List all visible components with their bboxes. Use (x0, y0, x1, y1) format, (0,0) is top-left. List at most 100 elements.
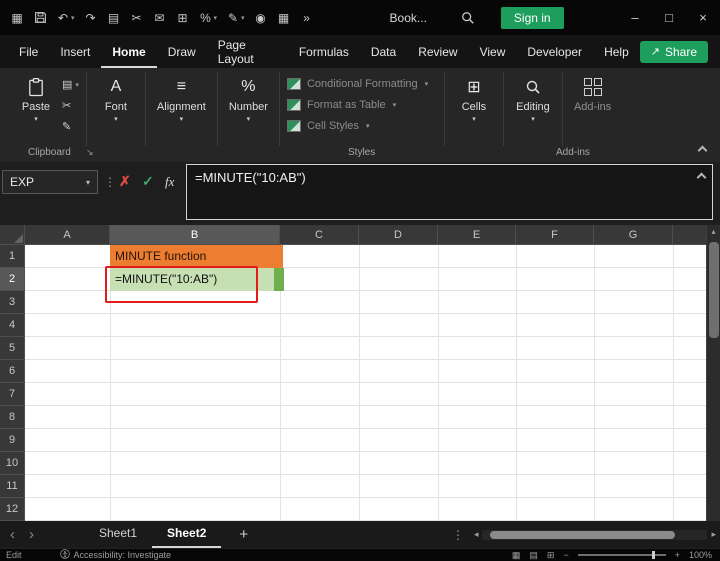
horizontal-scrollbar[interactable]: ◂ ▸ (474, 529, 716, 540)
zoom-level[interactable]: 100% (689, 550, 712, 560)
column-header-a[interactable]: A (25, 225, 110, 245)
sheet-bar-more-icon[interactable]: ⋮ (452, 528, 464, 542)
table-icon[interactable]: ⊞ (176, 11, 190, 25)
row-header-1[interactable]: 1 (0, 245, 25, 268)
sheet-tab-sheet1[interactable]: Sheet1 (84, 521, 152, 548)
tab-home[interactable]: Home (101, 36, 157, 68)
scroll-up-icon[interactable]: ▴ (707, 227, 720, 236)
chevron-down-icon[interactable]: ▾ (71, 14, 75, 22)
search-icon[interactable] (461, 11, 475, 25)
conditional-formatting-button[interactable]: Conditional Formatting ▾ (286, 78, 437, 90)
copy-button[interactable]: ▤ ▾ (62, 78, 79, 91)
row-header-11[interactable]: 11 (0, 475, 25, 498)
mail-icon[interactable]: ✉ (153, 11, 167, 25)
format-as-table-button[interactable]: Format as Table ▾ (286, 99, 437, 111)
format-painter-button[interactable]: ✎ (62, 120, 79, 133)
chevron-down-icon[interactable]: ▾ (214, 14, 218, 22)
tab-formulas[interactable]: Formulas (288, 36, 360, 68)
normal-view-icon[interactable]: ▦ (512, 550, 521, 561)
row-header-3[interactable]: 3 (0, 291, 25, 314)
select-all-button[interactable] (0, 225, 25, 245)
horizontal-scrollbar-track[interactable] (482, 529, 708, 540)
percent-icon[interactable]: % (199, 11, 213, 25)
grid-icon[interactable]: ▦ (277, 11, 291, 25)
minimize-button[interactable]: – (618, 10, 652, 25)
cell-b1[interactable]: MINUTE function (110, 245, 283, 268)
accessibility-checker[interactable]: Accessibility: Investigate (59, 549, 171, 561)
sheet-tab-sheet2[interactable]: Sheet2 (152, 521, 221, 548)
close-button[interactable]: × (686, 10, 720, 25)
row-header-12[interactable]: 12 (0, 498, 25, 521)
undo-icon[interactable]: ↶ (56, 11, 70, 25)
zoom-slider[interactable] (577, 551, 666, 559)
zoom-out-button[interactable]: − (563, 550, 568, 560)
font-menu-button[interactable]: A Font ▾ (94, 72, 138, 126)
row-header-9[interactable]: 9 (0, 429, 25, 452)
more-commands-icon[interactable]: » (300, 11, 314, 25)
collapse-ribbon-icon[interactable] (697, 145, 708, 156)
horizontal-scrollbar-thumb[interactable] (490, 530, 676, 539)
column-header-b[interactable]: B (110, 225, 280, 245)
row-header-10[interactable]: 10 (0, 452, 25, 475)
cell-styles-button[interactable]: Cell Styles ▾ (286, 120, 437, 132)
app-grid-icon[interactable]: ▦ (10, 11, 24, 25)
column-header-c[interactable]: C (280, 225, 359, 245)
row-header-4[interactable]: 4 (0, 314, 25, 337)
row-header-8[interactable]: 8 (0, 406, 25, 429)
tab-data[interactable]: Data (360, 36, 407, 68)
alignment-menu-button[interactable]: ≡ Alignment ▾ (153, 72, 210, 126)
column-header-g[interactable]: G (594, 225, 673, 245)
cut-icon[interactable]: ✂ (130, 11, 144, 25)
column-header-e[interactable]: E (438, 225, 516, 245)
tab-insert[interactable]: Insert (49, 36, 101, 68)
format-painter-icon[interactable]: ✎ (226, 11, 240, 25)
tab-review[interactable]: Review (407, 36, 468, 68)
chevron-down-icon[interactable]: ▾ (241, 14, 245, 22)
vertical-scrollbar-thumb[interactable] (709, 242, 719, 338)
number-menu-button[interactable]: % Number ▾ (225, 72, 272, 126)
row-header-2[interactable]: 2 (0, 268, 25, 291)
tab-help[interactable]: Help (593, 36, 640, 68)
camera-icon[interactable]: ◉ (254, 11, 268, 25)
confirm-entry-button[interactable]: ✓ (142, 173, 154, 190)
cancel-entry-button[interactable]: ✗ (119, 173, 131, 190)
sheet-nav-right-icon[interactable]: › (29, 526, 34, 543)
formula-bar-separator-dots: ⋮ (104, 175, 116, 189)
editing-menu-button[interactable]: Editing ▾ (511, 72, 555, 126)
row-header-7[interactable]: 7 (0, 383, 25, 406)
redo-icon[interactable]: ↷ (84, 11, 98, 25)
maximize-button[interactable]: □ (652, 10, 686, 25)
cut-button[interactable]: ✂ (62, 99, 79, 112)
addins-button[interactable]: Add-ins (570, 72, 615, 116)
name-box[interactable]: EXP ▾ (2, 170, 98, 194)
sign-in-button[interactable]: Sign in (500, 6, 564, 29)
tab-file[interactable]: File (8, 36, 49, 68)
tab-draw[interactable]: Draw (157, 36, 207, 68)
cells-area[interactable]: MINUTE function =MINUTE("10:AB") (25, 245, 706, 521)
page-break-view-icon[interactable]: ⊞ (547, 550, 555, 561)
formula-input[interactable]: =MINUTE("10:AB") (186, 164, 713, 220)
share-button[interactable]: ↗ Share (639, 40, 708, 63)
column-header-f[interactable]: F (516, 225, 594, 245)
clipboard-dialog-launcher-icon[interactable]: ↘ (86, 147, 94, 158)
zoom-slider-thumb[interactable] (651, 551, 655, 559)
page-layout-view-icon[interactable]: ▤ (529, 550, 538, 561)
scroll-left-icon[interactable]: ◂ (474, 529, 479, 540)
cell-b2-selection-handle[interactable] (274, 268, 284, 291)
column-header-d[interactable]: D (359, 225, 438, 245)
sheet-nav-left-icon[interactable]: ‹ (10, 526, 15, 543)
chevron-down-icon[interactable]: ▾ (86, 178, 90, 187)
paste-button[interactable]: Paste ▾ (14, 72, 58, 126)
add-sheet-button[interactable]: + (239, 526, 248, 543)
zoom-in-button[interactable]: + (675, 550, 680, 560)
insert-function-button[interactable]: fx (165, 174, 174, 190)
cells-menu-button[interactable]: ⊞ Cells ▾ (452, 72, 496, 126)
scroll-right-icon[interactable]: ▸ (711, 529, 716, 540)
tab-developer[interactable]: Developer (516, 36, 593, 68)
row-header-6[interactable]: 6 (0, 360, 25, 383)
vertical-scrollbar[interactable]: ▴ (706, 225, 720, 521)
copy-icon[interactable]: ▤ (107, 11, 121, 25)
tab-view[interactable]: View (469, 36, 517, 68)
row-header-5[interactable]: 5 (0, 337, 25, 360)
save-icon[interactable] (33, 11, 47, 24)
